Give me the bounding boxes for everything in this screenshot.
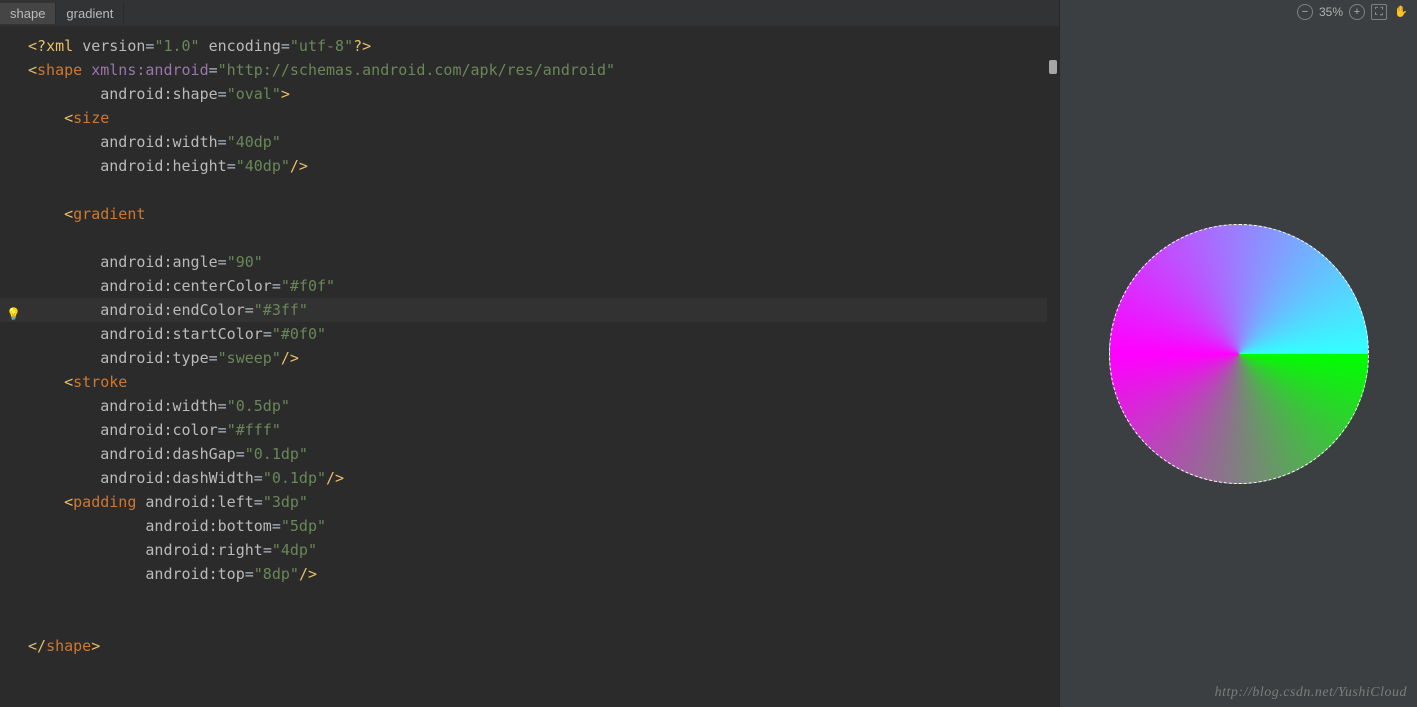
code-editor-panel: shape gradient 💡 <?xml version="1.0" enc… xyxy=(0,0,1059,707)
code-area[interactable]: 💡 <?xml version="1.0" encoding="utf-8"?>… xyxy=(0,26,1059,707)
breadcrumb-gradient[interactable]: gradient xyxy=(56,3,124,24)
pan-hand-icon[interactable]: ✋ xyxy=(1393,4,1409,20)
zoom-level-label: 35% xyxy=(1319,5,1343,19)
breadcrumb-bar: shape gradient xyxy=(0,0,1059,26)
zoom-out-icon[interactable]: − xyxy=(1297,4,1313,20)
breadcrumb-shape[interactable]: shape xyxy=(0,3,56,24)
preview-toolbar: − 35% + ⛶ ✋ xyxy=(1297,4,1409,20)
intention-bulb-icon[interactable]: 💡 xyxy=(6,302,21,326)
gutter: 💡 xyxy=(0,34,26,707)
code-content: <?xml version="1.0" encoding="utf-8"?> <… xyxy=(28,34,1059,658)
layout-preview-panel: − 35% + ⛶ ✋ http://blog.csdn.net/YushiCl… xyxy=(1059,0,1417,707)
watermark-text: http://blog.csdn.net/YushiCloud xyxy=(1215,685,1407,701)
zoom-fit-icon[interactable]: ⛶ xyxy=(1371,4,1387,20)
shape-preview-oval xyxy=(1109,224,1369,484)
zoom-in-icon[interactable]: + xyxy=(1349,4,1365,20)
